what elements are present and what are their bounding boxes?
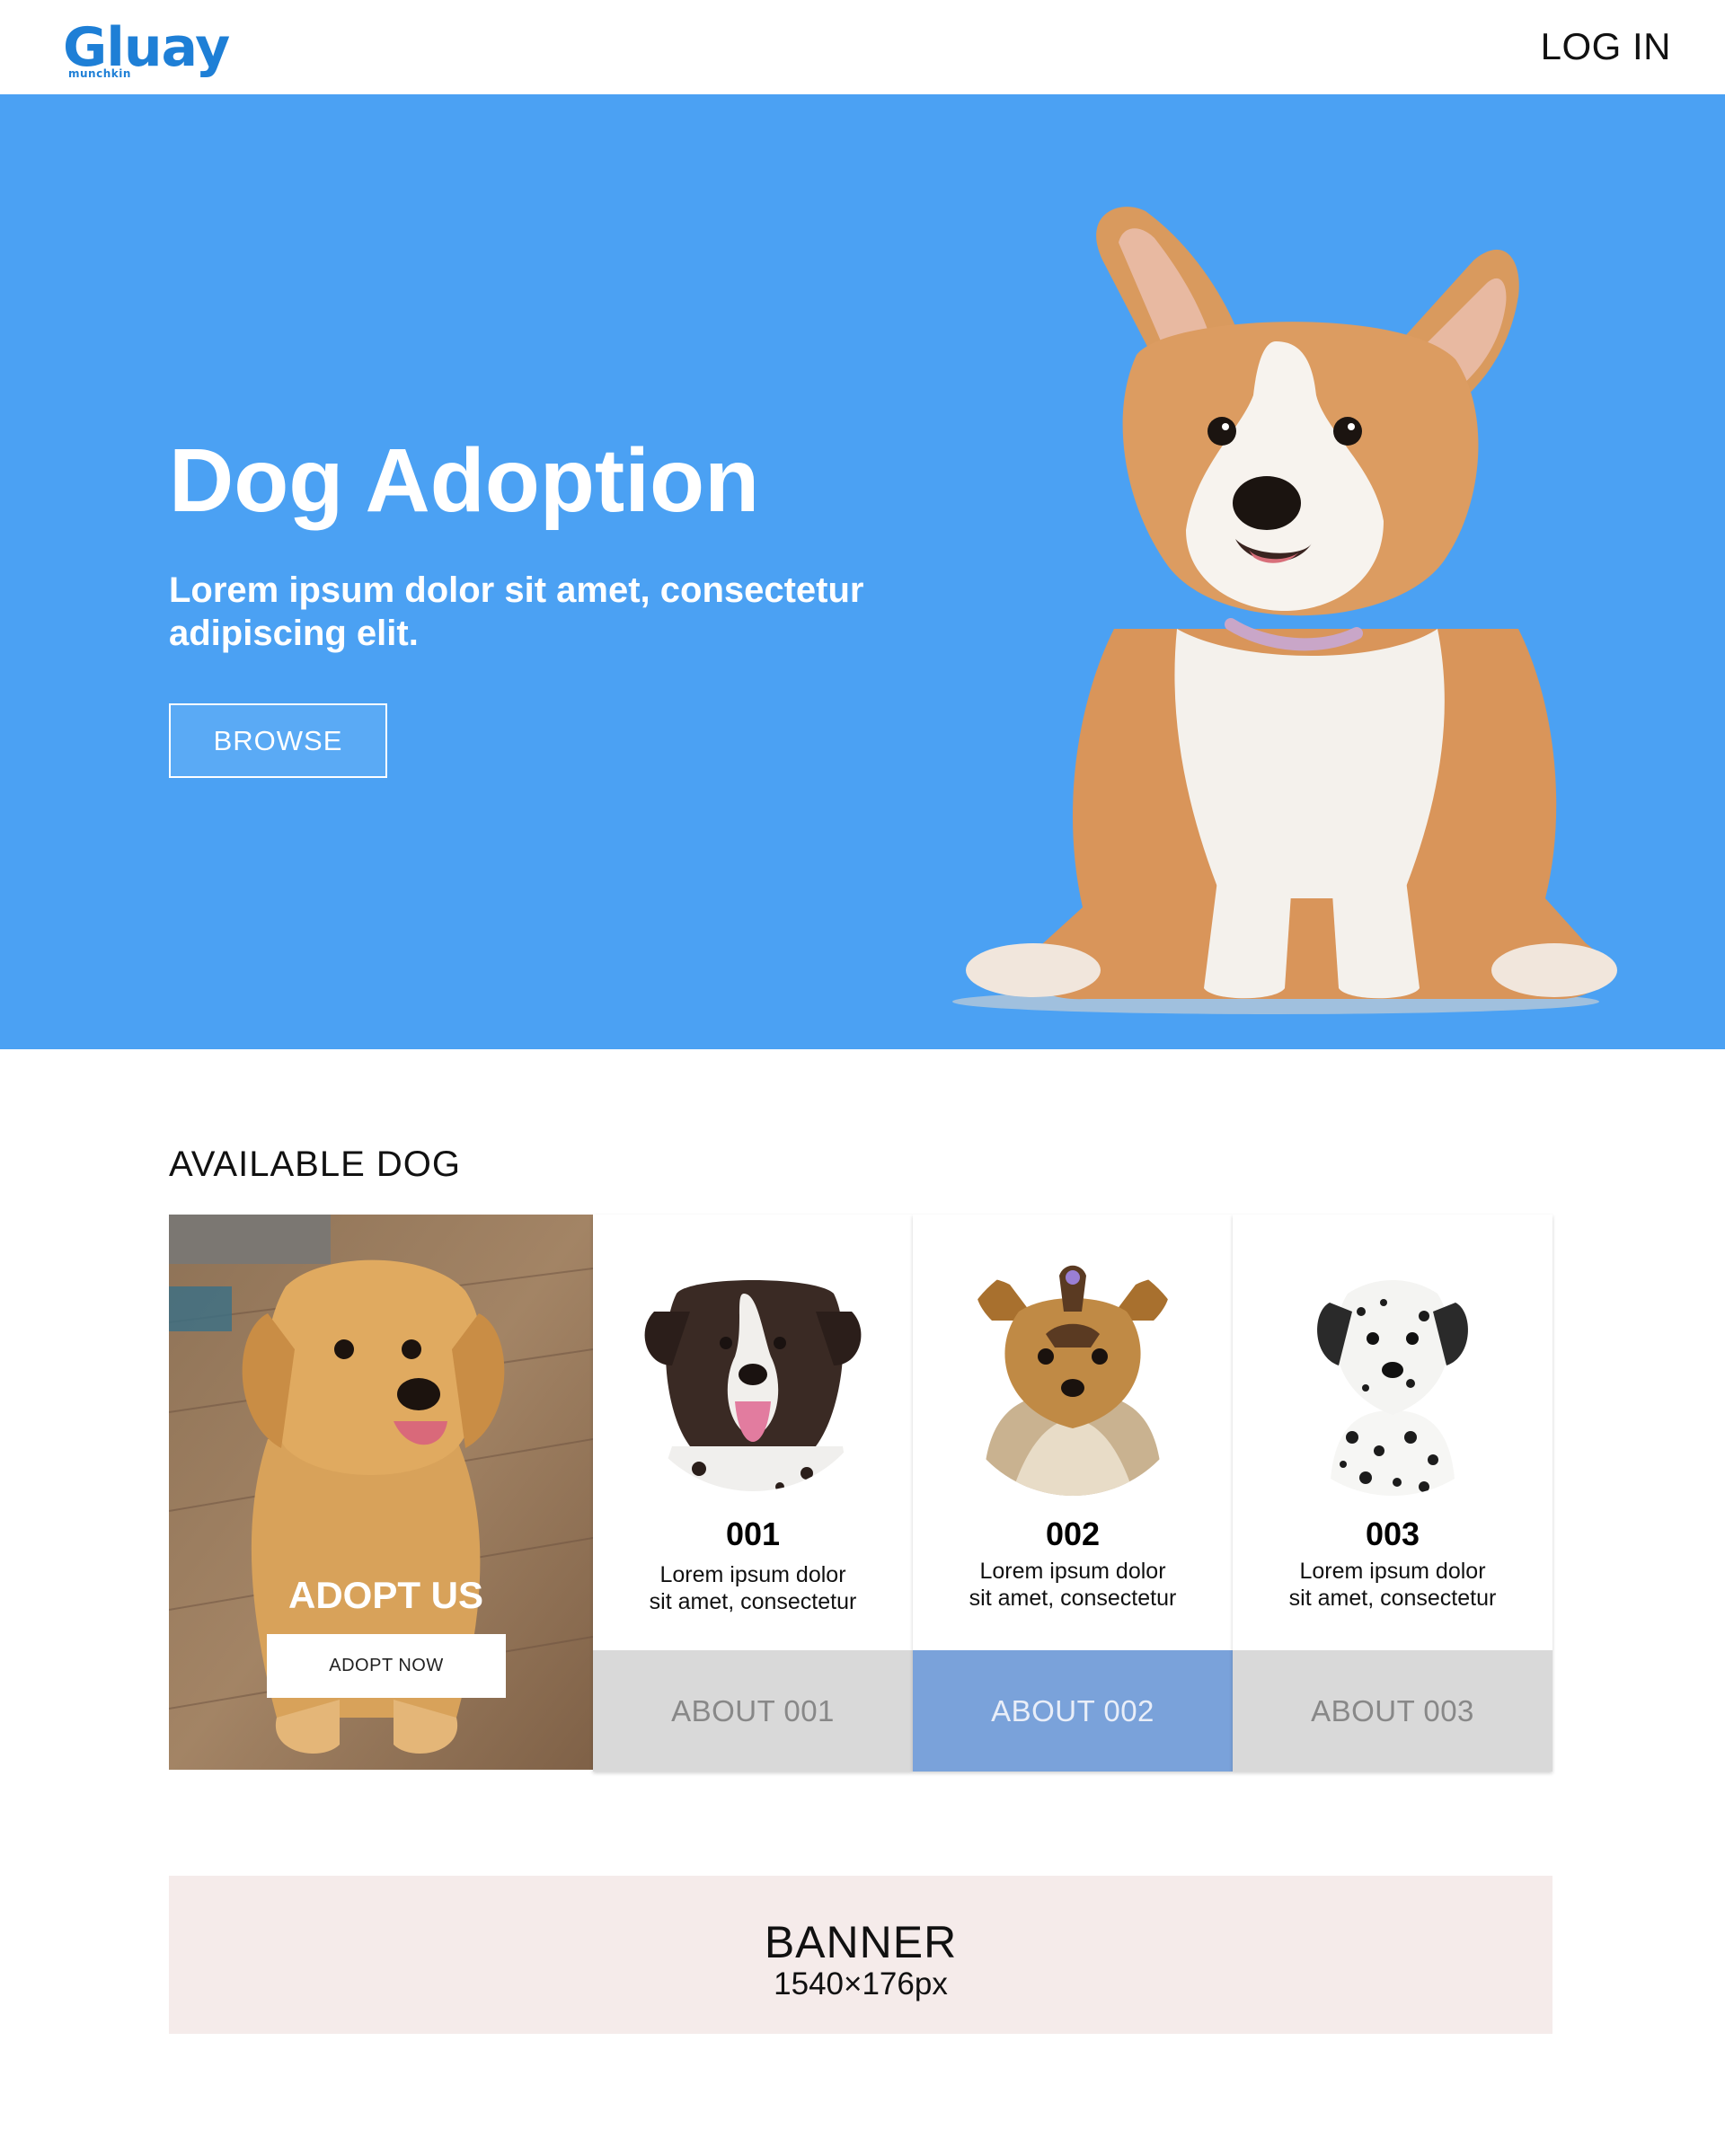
corgi-image bbox=[952, 207, 1617, 1014]
dog-number: 001 bbox=[725, 1515, 781, 1552]
dog-description-line2: sit amet, consectetur bbox=[969, 1586, 1177, 1611]
dog-card-003[interactable]: 003 Lorem ipsum dolor sit amet, consecte… bbox=[1233, 1215, 1552, 1772]
about-001-button[interactable]: ABOUT 001 bbox=[593, 1650, 913, 1772]
dog-002-photo bbox=[976, 1265, 1170, 1496]
banner-placeholder: BANNER 1540×176px bbox=[169, 1876, 1552, 2034]
gluay-logo[interactable]: Gluay munchkin bbox=[63, 16, 243, 84]
dog-description-line2: sit amet, consectetur bbox=[649, 1589, 857, 1614]
about-002-button[interactable]: ABOUT 002 bbox=[913, 1650, 1233, 1772]
dog-description: Lorem ipsum dolor sit amet, consectetur bbox=[611, 1561, 895, 1615]
dog-card-001[interactable]: 001 Lorem ipsum dolor sit amet, consecte… bbox=[593, 1215, 913, 1772]
login-link[interactable]: LOG IN bbox=[1541, 23, 1671, 70]
banner-size-label: 1540×176px bbox=[774, 1966, 948, 2001]
browse-button[interactable]: BROWSE bbox=[169, 703, 387, 778]
dog-number: 003 bbox=[1365, 1515, 1420, 1552]
banner-title: BANNER bbox=[764, 1917, 958, 1967]
about-003-button[interactable]: ABOUT 003 bbox=[1233, 1650, 1552, 1772]
hero-subtitle: Lorem ipsum dolor sit amet, consectetur … bbox=[169, 570, 864, 653]
dog-description: Lorem ipsum dolor sit amet, consectetur bbox=[931, 1558, 1215, 1612]
adopt-now-button[interactable]: ADOPT NOW bbox=[267, 1634, 506, 1698]
dog-001-photo bbox=[644, 1280, 862, 1491]
hero-section: Dog Adoption Lorem ipsum dolor sit amet,… bbox=[0, 94, 1725, 1049]
dog-description: Lorem ipsum dolor sit amet, consectetur bbox=[1251, 1558, 1535, 1612]
adopt-us-title: ADOPT US bbox=[288, 1574, 483, 1616]
site-header: Gluay munchkin LOG IN bbox=[0, 0, 1725, 94]
available-dog-heading: AVAILABLE DOG bbox=[169, 1144, 461, 1184]
dog-card-002[interactable]: 002 Lorem ipsum dolor sit amet, consecte… bbox=[913, 1215, 1233, 1772]
dog-003-photo bbox=[1317, 1280, 1468, 1496]
hero-title: Dog Adoption bbox=[169, 430, 760, 531]
dog-description-line2: sit amet, consectetur bbox=[1288, 1586, 1497, 1611]
dog-description-line1: Lorem ipsum dolor bbox=[659, 1562, 846, 1587]
dog-number: 002 bbox=[1045, 1515, 1101, 1552]
logo-tagline: munchkin bbox=[68, 67, 131, 80]
dog-description-line1: Lorem ipsum dolor bbox=[979, 1559, 1166, 1584]
dog-description-line1: Lorem ipsum dolor bbox=[1299, 1559, 1486, 1584]
